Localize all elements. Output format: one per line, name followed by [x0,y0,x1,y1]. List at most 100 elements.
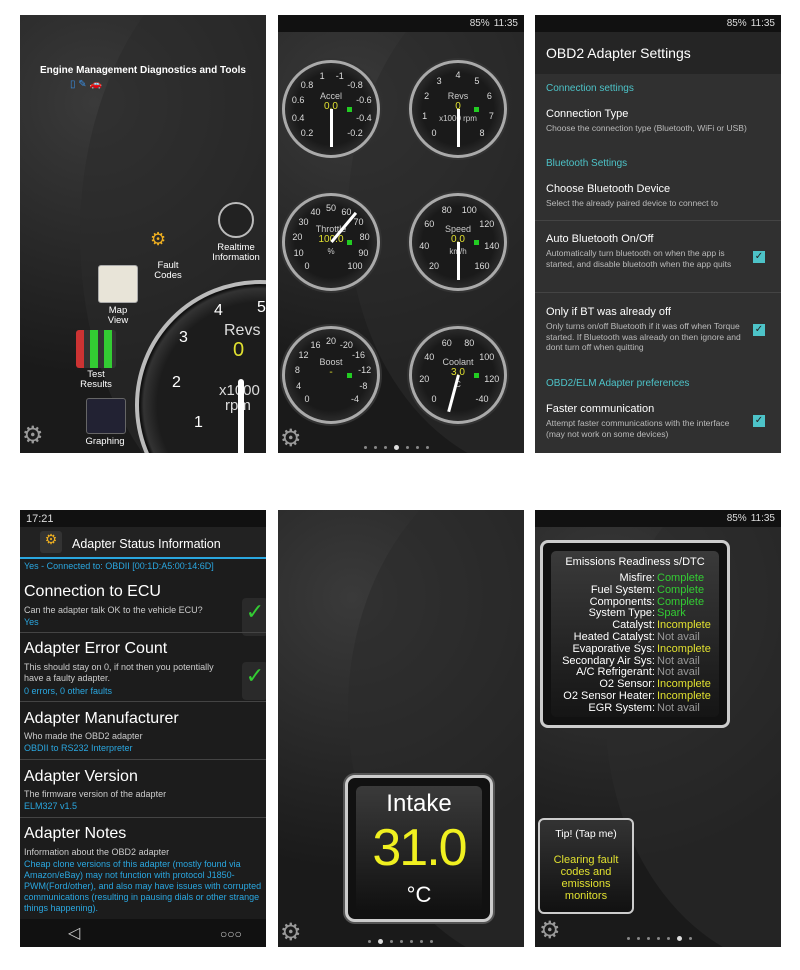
home-screen: Engine Management Diagnostics and Tools … [20,15,266,453]
gauge-icon[interactable] [218,202,254,238]
settings-gear-icon[interactable]: ⚙ [22,424,44,448]
gauge-tick: 100 [347,261,363,272]
tick: 1 [194,414,203,431]
status-bar: 85% 11:35 [535,15,781,32]
gauge-speed[interactable]: 20406080100120140160Speed0.0km/h [409,193,507,291]
gauge-value: 0 [233,339,245,361]
item-title: Adapter Error Count [24,640,168,657]
gauge-throttle[interactable]: 0102030405060708090100Throttle100.0% [282,193,380,291]
gauge-tick: 20 [292,231,303,242]
item-value: Yes [24,617,39,627]
intake-label: Intake [386,790,452,817]
page-indicator[interactable] [368,939,433,944]
bar-chart-icon[interactable] [76,330,116,368]
battery-level: 85% [726,18,747,29]
app-logo-icon: ⚙ [40,531,62,553]
gauge-coolant[interactable]: 0 20 40 60 80 100 120 -40 Coolant 3.0 C [409,326,507,424]
gauge-tick: 120 [479,218,495,229]
gauge-tick: 8 [294,364,300,375]
tick: 3 [179,329,188,346]
monitor-status: Incomplete [657,642,711,655]
menu-fault-codes[interactable]: Fault Codes [148,261,188,281]
gauge-tick: 2 [424,90,430,101]
setting-desc: Only turns on/off Bluetooth if it was of… [546,321,741,352]
setting-desc: Attempt faster communications with the i… [546,418,730,439]
engine-warning-icon[interactable]: ⚙ [150,229,186,249]
monitor-name: O2 Sensor Heater: [563,689,655,702]
gauge-tick: 60 [424,218,435,229]
dashboard-screen: 85% 11:35 0.2 0.4 0.6 0.8 1 -1 -0.8 -0.6 -0.4 -0.2… [278,15,524,453]
gauge-needle [330,109,333,147]
gauge-tick: 0.2 [300,128,314,139]
divider [20,759,266,760]
emissions-row: EGR System: Not avail [543,702,711,715]
gauge-name: Revs [224,322,261,339]
settings-gear-icon[interactable]: ⚙ [280,427,302,451]
gauge-tick: 10 [293,247,304,258]
setting-title: Auto Bluetooth On/Off [546,233,654,245]
gauge-tick: 0.8 [300,79,314,90]
item-title: Adapter Notes [24,825,127,842]
battery-level: 85% [726,513,747,524]
gauge-tick: 120 [484,373,500,384]
monitor-status: Complete [657,583,705,596]
settings-gear-icon[interactable]: ⚙ [539,919,561,943]
clock: 11:35 [750,513,775,524]
status-led [474,240,479,245]
item-title: Connection to ECU [24,583,161,600]
item-title: Adapter Version [24,768,138,785]
gauge-tick: 60 [341,206,352,217]
menu-map-view[interactable]: Map View [98,306,138,326]
gauge-needle [457,242,460,280]
gauge-tick: -12 [358,364,372,375]
divider [20,817,266,818]
status-bar: 85% 11:35 [278,15,524,32]
menu-realtime-information[interactable]: Realtime Information [206,243,266,263]
gauge-tick: -0.8 [347,79,363,90]
connection-value: Yes - Connected to: OBDII [00:1D:A5:00:1… [24,561,214,571]
gauge-tick: 40 [310,206,321,217]
graph-icon[interactable] [86,398,126,434]
page-indicator[interactable] [364,445,429,450]
map-icon[interactable] [98,265,138,303]
gauge-tick: 30 [298,217,309,227]
emissions-title: Emissions Readiness s/DTC [565,556,705,568]
gauge-boost[interactable]: 0 4 8 12 16 20 -20 -16 -12 -8 -4 Boost - [282,326,380,424]
gauge-accel[interactable]: 0.2 0.4 0.6 0.8 1 -1 -0.8 -0.6 -0.4 -0.2 Accel 0.0 [282,60,380,158]
menu-test-results[interactable]: Test Results [75,370,117,390]
checkbox-checked[interactable]: ✓ [753,415,765,427]
item-value: Cheap clone versions of this adapter (mo… [24,859,262,913]
battery-level: 85% [469,18,490,29]
gauge-tick: 50 [325,203,337,213]
gauge-revs[interactable]: 0 1 2 3 4 5 6 7 8 Revs 0 x1000 rpm [409,60,507,158]
gauge-tick: -0.4 [356,112,372,123]
menu-graphing[interactable]: Graphing [80,437,130,447]
gauge-tick: 80 [359,231,370,242]
gauge-tick: 0 [304,261,310,272]
emissions-row: Heated Catalyst: Not avail [543,631,711,644]
section-connection: Connection settings [546,83,634,94]
gauge-name: Accel [319,90,343,101]
gauge-tick: 80 [441,204,452,215]
gauge-name: Coolant [442,356,474,367]
gauge-name: Revs [447,90,469,101]
setting-desc: Automatically turn bluetooth on when the… [546,248,732,269]
emissions-readiness-panel[interactable]: Emissions Readiness s/DTC Misfire: Comple… [540,540,730,728]
gauge-tick: -0.2 [347,128,363,139]
emissions-row: Fuel System: Complete [543,583,711,597]
gauge-tick: -40 [475,394,489,405]
gauge-tick: 1 [319,71,325,82]
checkbox-checked[interactable]: ✓ [753,251,765,263]
gauge-tick: 6 [486,90,492,101]
checkbox-checked[interactable]: ✓ [753,324,765,336]
intake-display[interactable]: Intake 31.0 °C [345,775,493,922]
page-indicator[interactable] [627,936,692,941]
back-icon[interactable]: ◁ [68,923,80,943]
more-icon[interactable]: ○○○ [220,927,242,941]
intake-screen: Intake 31.0 °C ⚙ [278,510,524,947]
tip-button[interactable]: Tip! (Tap me) Clearing fault codes and e… [538,818,634,914]
gauge-tick: 1 [422,110,428,121]
settings-gear-icon[interactable]: ⚙ [280,921,302,945]
phone-car-icons: ▯ ✎ 🚗 [70,79,102,90]
tick: 5 [257,299,266,316]
